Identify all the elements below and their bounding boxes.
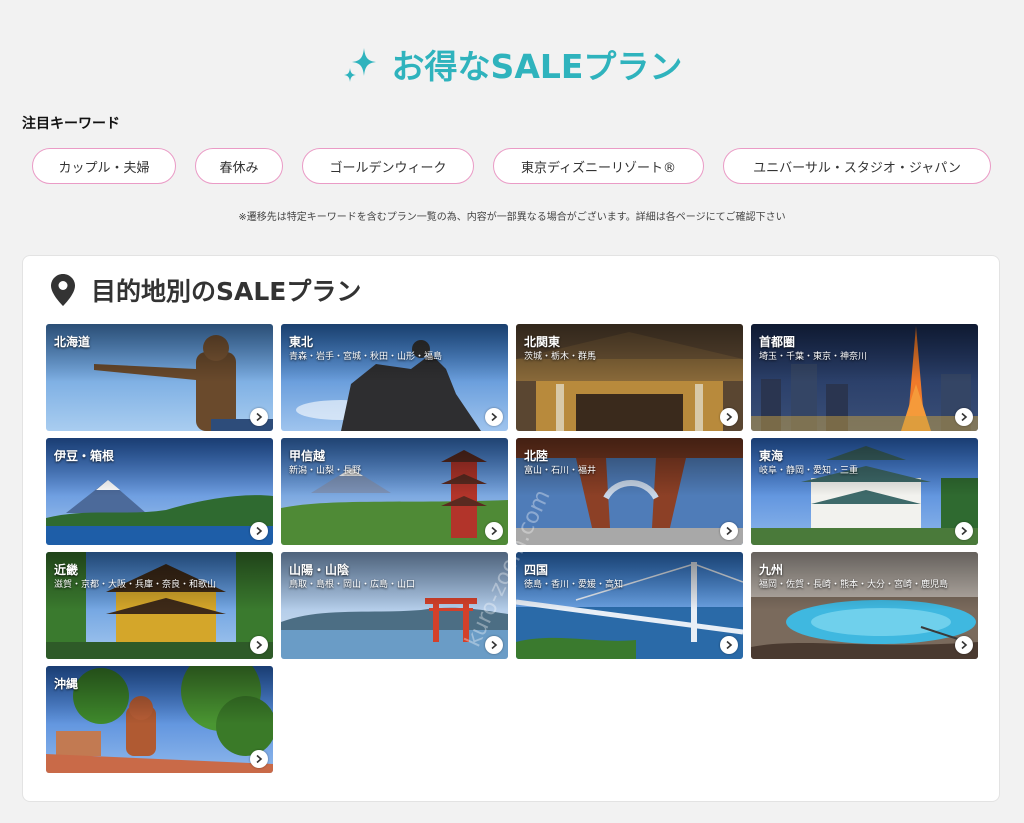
chevron-right-icon <box>720 408 738 426</box>
chevron-right-icon <box>720 522 738 540</box>
destination-panel: 目的地別のSALEプラン 北海道 東北 青森・岩手・宮城・秋田・山形・福島 北関… <box>22 255 1000 802</box>
chevron-right-icon <box>250 750 268 768</box>
region-name: 甲信越 <box>289 449 326 463</box>
region-name: 山陽・山陰 <box>289 563 350 577</box>
chevron-right-icon <box>955 408 973 426</box>
region-tile-tohoku[interactable]: 東北 青森・岩手・宮城・秋田・山形・福島 <box>281 324 508 431</box>
region-tile-okinawa[interactable]: 沖縄 <box>46 666 273 773</box>
keyword-pill-usj[interactable]: ユニバーサル・スタジオ・ジャパン <box>723 148 991 184</box>
region-name: 伊豆・箱根 <box>54 449 115 463</box>
region-name: 沖縄 <box>54 677 79 691</box>
region-tile-shikoku[interactable]: 四国 徳島・香川・愛媛・高知 <box>516 552 743 659</box>
region-prefectures: 茨城・栃木・群馬 <box>524 352 597 362</box>
region-name: 東北 <box>289 335 314 349</box>
keyword-pill-spring-break[interactable]: 春休み <box>195 148 283 184</box>
page-title: お得なSALEプラン <box>391 47 683 86</box>
region-name: 北海道 <box>54 335 91 349</box>
chevron-right-icon <box>955 636 973 654</box>
region-name: 北陸 <box>524 449 549 463</box>
region-tile-kinki[interactable]: 近畿 滋賀・京都・大阪・兵庫・奈良・和歌山 <box>46 552 273 659</box>
region-prefectures: 福岡・佐賀・長崎・熊本・大分・宮崎・鹿児島 <box>759 580 949 590</box>
page-header: お得なSALEプラン <box>0 34 1024 94</box>
region-prefectures: 鳥取・島根・岡山・広島・山口 <box>289 580 416 590</box>
region-tile-koshinetsu[interactable]: 甲信越 新潟・山梨・長野 <box>281 438 508 545</box>
chevron-right-icon <box>485 636 503 654</box>
keyword-pill-tokyo-disney[interactable]: 東京ディズニーリゾート® <box>493 148 704 184</box>
region-tile-tokai[interactable]: 東海 岐阜・静岡・愛知・三重 <box>751 438 978 545</box>
region-name: 東海 <box>759 449 784 463</box>
region-prefectures: 岐阜・静岡・愛知・三重 <box>759 466 859 476</box>
keyword-pill-couple[interactable]: カップル・夫婦 <box>32 148 176 184</box>
chevron-right-icon <box>720 636 738 654</box>
region-name: 首都圏 <box>759 335 796 349</box>
region-prefectures: 青森・岩手・宮城・秋田・山形・福島 <box>289 352 443 362</box>
keywords-heading: 注目キーワード <box>22 116 120 132</box>
region-tile-izu-hakone[interactable]: 伊豆・箱根 <box>46 438 273 545</box>
keyword-pill-golden-week[interactable]: ゴールデンウィーク <box>302 148 474 184</box>
region-prefectures: 富山・石川・福井 <box>524 466 597 476</box>
chevron-right-icon <box>955 522 973 540</box>
region-prefectures: 新潟・山梨・長野 <box>289 466 362 476</box>
destination-heading: 目的地別のSALEプラン <box>51 270 361 310</box>
region-tile-kyushu[interactable]: 九州 福岡・佐賀・長崎・熊本・大分・宮崎・鹿児島 <box>751 552 978 659</box>
region-prefectures: 滋賀・京都・大阪・兵庫・奈良・和歌山 <box>54 580 217 590</box>
chevron-right-icon <box>485 408 503 426</box>
region-prefectures: 埼玉・千葉・東京・神奈川 <box>759 352 868 362</box>
region-tile-hokkaido[interactable]: 北海道 <box>46 324 273 431</box>
region-tile-hokuriku[interactable]: 北陸 富山・石川・福井 <box>516 438 743 545</box>
region-name: 近畿 <box>54 563 79 577</box>
region-prefectures: 徳島・香川・愛媛・高知 <box>524 580 624 590</box>
chevron-right-icon <box>250 636 268 654</box>
region-name: 九州 <box>759 563 784 577</box>
chevron-right-icon <box>485 522 503 540</box>
destination-title: 目的地別のSALEプラン <box>91 277 362 306</box>
region-name: 四国 <box>524 563 549 577</box>
region-tile-sanyo-sanin[interactable]: 山陽・山陰 鳥取・島根・岡山・広島・山口 <box>281 552 508 659</box>
chevron-right-icon <box>250 408 268 426</box>
region-tile-shutoken[interactable]: 首都圏 埼玉・千葉・東京・神奈川 <box>751 324 978 431</box>
region-tile-kita-kanto[interactable]: 北関東 茨城・栃木・群馬 <box>516 324 743 431</box>
map-pin-icon <box>51 274 75 306</box>
keyword-notice: ※遷移先は特定キーワードを含むプラン一覧の為、内容が一部異なる場合がございます。… <box>238 212 786 223</box>
sparkle-icon <box>343 48 376 82</box>
region-name: 北関東 <box>524 335 561 349</box>
chevron-right-icon <box>250 522 268 540</box>
